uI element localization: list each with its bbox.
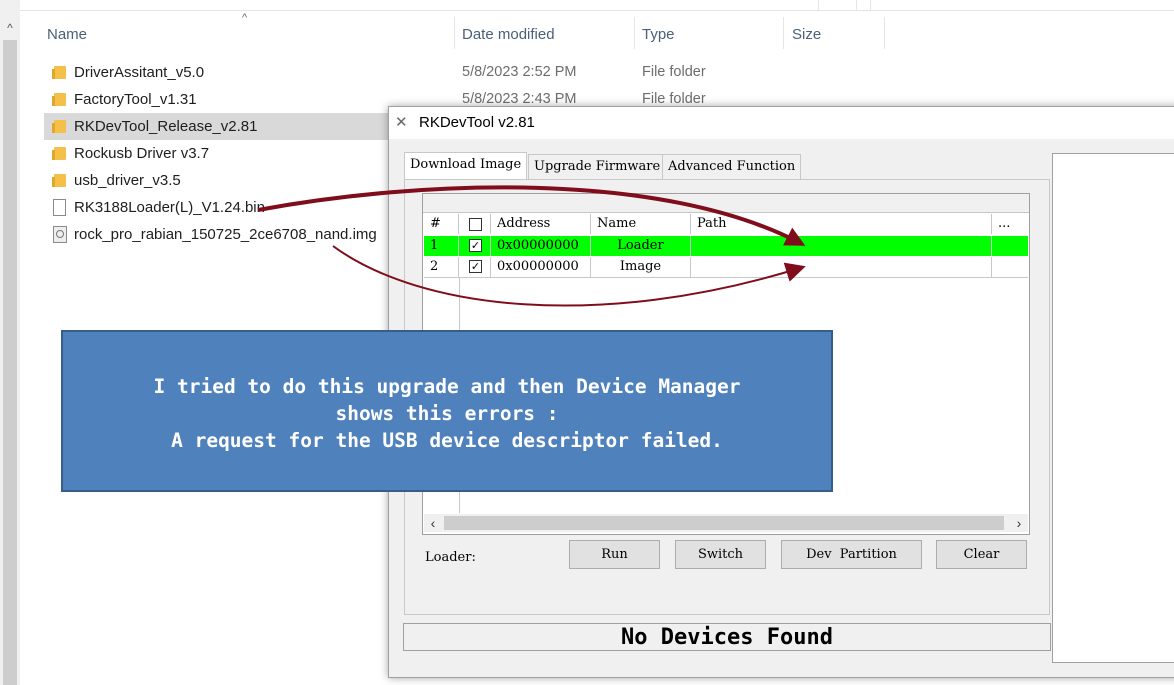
- callout-line: I tried to do this upgrade and then Devi…: [153, 375, 741, 398]
- grid-row-image[interactable]: 2 ✓ 0x00000000 Image: [424, 257, 1028, 278]
- loader-label: Loader:: [425, 550, 476, 565]
- row-num: 1: [424, 236, 459, 256]
- switch-button[interactable]: Switch: [675, 540, 766, 569]
- column-header-size[interactable]: Size: [792, 26, 821, 43]
- file-name: rock_pro_rabian_150725_2ce6708_nand.img: [74, 226, 377, 243]
- file-name: FactoryTool_v1.31: [74, 91, 197, 108]
- grid-row-loader[interactable]: 1 ✓ 0x00000000 Loader: [424, 236, 1028, 256]
- tab-download-image[interactable]: Download Image: [404, 152, 528, 180]
- grid-header-path[interactable]: Path: [691, 214, 992, 234]
- folder-icon: [52, 93, 66, 106]
- row-check-cell[interactable]: ✓: [459, 236, 491, 256]
- folder-icon: [52, 66, 66, 79]
- row-address[interactable]: 0x00000000: [491, 236, 591, 256]
- folder-icon: [52, 174, 66, 187]
- select-all-checkbox[interactable]: [469, 218, 482, 231]
- file-row[interactable]: DriverAssitant_v5.0: [44, 59, 454, 86]
- column-separator[interactable]: [783, 17, 784, 49]
- log-output-panel: [1052, 153, 1174, 663]
- row-address[interactable]: 0x00000000: [491, 257, 591, 277]
- file-type: File folder: [642, 64, 706, 80]
- status-text: No Devices Found: [621, 625, 833, 650]
- row-name[interactable]: Loader: [591, 236, 691, 256]
- scroll-thumb[interactable]: [444, 516, 1004, 530]
- column-header-type[interactable]: Type: [642, 26, 675, 43]
- clear-button[interactable]: Clear: [936, 540, 1027, 569]
- annotation-callout: I tried to do this upgrade and then Devi…: [61, 330, 833, 492]
- row-browse[interactable]: [992, 257, 1028, 277]
- file-name: Rockusb Driver v3.7: [74, 145, 210, 162]
- folder-icon: [52, 120, 66, 133]
- row-num: 2: [424, 257, 459, 277]
- row-path[interactable]: [691, 236, 992, 256]
- row-check-cell[interactable]: ✓: [459, 257, 491, 277]
- status-bar: No Devices Found: [403, 623, 1051, 651]
- scroll-right-icon[interactable]: ›: [1010, 514, 1028, 532]
- toolbar-divider: [870, 0, 871, 10]
- grid-horizontal-scrollbar[interactable]: ‹ ›: [424, 514, 1028, 532]
- file-name: usb_driver_v3.5: [74, 172, 181, 189]
- column-separator[interactable]: [454, 17, 455, 49]
- file-icon: [53, 199, 66, 216]
- column-separator[interactable]: [634, 17, 635, 49]
- grid-header-check[interactable]: [459, 214, 491, 234]
- toolbar-divider: [856, 0, 857, 10]
- callout-line: shows this errors :: [335, 402, 559, 425]
- disk-image-icon: [53, 226, 67, 243]
- run-button[interactable]: Run: [569, 540, 660, 569]
- column-separator[interactable]: [884, 17, 885, 49]
- row-checkbox[interactable]: ✓: [469, 260, 482, 273]
- file-date: 5/8/2023 2:52 PM: [462, 64, 577, 80]
- grid-topbar: [423, 194, 1029, 213]
- explorer-scroll-thumb[interactable]: [3, 40, 17, 685]
- tab-advanced-function[interactable]: Advanced Function: [662, 154, 802, 179]
- grid-header-name[interactable]: Name: [591, 214, 691, 234]
- scroll-up-arrow-icon[interactable]: ^: [0, 18, 20, 38]
- file-name: RKDevTool_Release_v2.81: [74, 118, 258, 135]
- window-titlebar[interactable]: ✕ RKDevTool v2.81: [389, 107, 1174, 139]
- file-name: DriverAssitant_v5.0: [74, 64, 205, 81]
- grid-header-more[interactable]: ...: [992, 214, 1028, 234]
- callout-line: A request for the USB device descriptor …: [171, 429, 723, 452]
- row-checkbox[interactable]: ✓: [469, 239, 482, 252]
- grid-header-address[interactable]: Address: [491, 214, 591, 234]
- column-header-name[interactable]: Name: [47, 26, 87, 43]
- scroll-left-icon[interactable]: ‹: [424, 514, 442, 532]
- toolbar-divider: [818, 0, 819, 10]
- file-name: RK3188Loader(L)_V1.24.bin: [74, 199, 265, 216]
- column-header-date-modified[interactable]: Date modified: [462, 26, 555, 43]
- tools-icon: ✕: [395, 114, 408, 131]
- grid-header-num[interactable]: #: [424, 214, 459, 234]
- explorer-top-divider: [20, 10, 1174, 11]
- row-browse[interactable]: [992, 236, 1028, 256]
- dev-partition-button[interactable]: Dev Partition: [781, 540, 922, 569]
- window-title: RKDevTool v2.81: [419, 114, 535, 131]
- tab-upgrade-firmware[interactable]: Upgrade Firmware: [528, 154, 667, 179]
- sort-ascending-icon: ^: [242, 12, 248, 24]
- file-row[interactable]: rock_pro_rabian_150725_2ce6708_nand.img: [44, 221, 384, 248]
- row-name[interactable]: Image: [591, 257, 691, 277]
- row-path[interactable]: [691, 257, 992, 277]
- folder-icon: [52, 147, 66, 160]
